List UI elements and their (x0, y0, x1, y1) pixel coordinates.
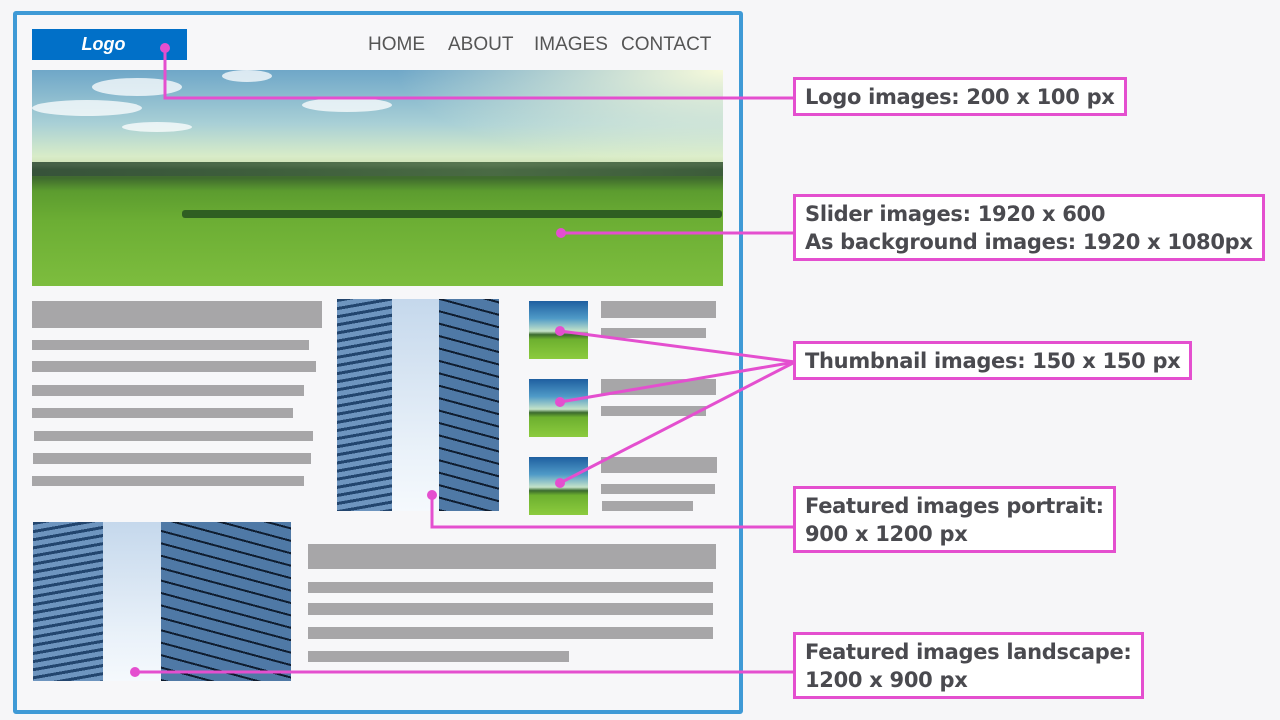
placeholder-line (601, 484, 715, 494)
thumbnail-image-3 (529, 457, 588, 515)
placeholder-line (308, 582, 713, 593)
slider-image (32, 70, 723, 286)
annotation-slider-line2: As background images: 1920 x 1080px (805, 230, 1253, 254)
thumbnail-image-1 (529, 301, 588, 359)
placeholder-line (601, 328, 706, 338)
annotation-slider-line1: Slider images: 1920 x 600 (805, 202, 1106, 226)
placeholder-heading (601, 379, 716, 395)
featured-portrait-image (337, 299, 499, 511)
placeholder-line (32, 408, 293, 418)
placeholder-line (601, 406, 706, 416)
annotation-logo-text: Logo images: 200 x 100 px (805, 85, 1115, 109)
placeholder-line (308, 603, 713, 615)
thumbnail-image-2 (529, 379, 588, 437)
logo: Logo (32, 29, 187, 60)
placeholder-line (34, 431, 313, 441)
cloud (222, 70, 272, 82)
sun-glow (393, 70, 723, 170)
placeholder-heading (601, 457, 717, 473)
building-left (33, 522, 103, 681)
annotation-landscape-line2: 1200 x 900 px (805, 668, 968, 692)
cloud (92, 78, 182, 96)
logo-label: Logo (81, 34, 126, 54)
nav-item-home: HOME (368, 34, 425, 55)
annotation-landscape-line1: Featured images landscape: (805, 640, 1132, 664)
placeholder-line (33, 453, 311, 464)
featured-landscape-image (33, 522, 291, 681)
field-strip (182, 210, 722, 218)
placeholder-line (32, 385, 304, 396)
cloud (122, 122, 192, 132)
annotation-slider: Slider images: 1920 x 600 As background … (793, 194, 1265, 261)
annotation-thumbnail: Thumbnail images: 150 x 150 px (793, 341, 1193, 380)
building-left (337, 299, 392, 511)
building-right (439, 299, 499, 511)
placeholder-line (308, 651, 569, 662)
nav-item-images: IMAGES (534, 34, 608, 55)
nav-item-about: ABOUT (448, 34, 514, 55)
placeholder-heading (32, 301, 322, 328)
placeholder-line (32, 476, 304, 486)
cloud (32, 100, 142, 116)
placeholder-heading (601, 301, 716, 318)
annotation-portrait-line1: Featured images portrait: (805, 494, 1104, 518)
building-right (161, 522, 291, 681)
placeholder-line (602, 501, 693, 511)
annotation-logo: Logo images: 200 x 100 px (793, 77, 1127, 116)
placeholder-line (32, 340, 309, 350)
placeholder-line (32, 361, 316, 372)
placeholder-heading (308, 544, 716, 569)
cloud (302, 98, 392, 112)
treeline (32, 162, 723, 176)
annotation-thumbnail-text: Thumbnail images: 150 x 150 px (805, 349, 1181, 373)
annotation-portrait-line2: 900 x 1200 px (805, 522, 968, 546)
annotation-landscape: Featured images landscape: 1200 x 900 px (793, 632, 1144, 699)
placeholder-line (308, 627, 713, 639)
nav-item-contact: CONTACT (621, 34, 712, 55)
annotation-portrait: Featured images portrait: 900 x 1200 px (793, 486, 1116, 553)
